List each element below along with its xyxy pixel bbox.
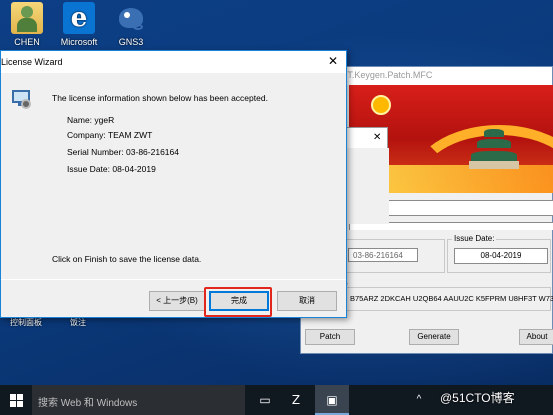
install-computer-icon [12, 90, 32, 110]
desktop-icon-chen[interactable]: CHEN [2, 2, 52, 47]
finish-message: Click on Finish to save the license data… [52, 254, 202, 264]
close-icon[interactable]: ✕ [328, 54, 338, 68]
desktop-label-control-panel: 控制面板 [10, 318, 42, 327]
patch-button[interactable]: Patch [305, 329, 355, 345]
about-button[interactable]: About [519, 329, 553, 345]
watermark: @51CTO博客 [440, 391, 515, 405]
edge-icon: e [63, 2, 95, 34]
close-icon[interactable]: ✕ [373, 132, 381, 143]
temple-of-heaven-icon [469, 129, 519, 169]
wizard-titlebar[interactable]: License Wizard ✕ [1, 51, 346, 73]
wizard-title: License Wizard [1, 57, 63, 67]
background-dialog-body [347, 148, 389, 224]
desktop-label-note: 饭注 [70, 318, 86, 327]
license-name: Name: ygeR [67, 115, 115, 125]
accepted-message: The license information shown below has … [52, 93, 268, 103]
keygen-group-license: B75ARZ 2DKCAH U2QB64 AAUU2C K5FPRM U8HF3… [343, 287, 553, 311]
banner-logo-icon [371, 95, 391, 115]
keygen-group-issue-date: Issue Date: 08-04-2019 [447, 234, 551, 273]
z-app-icon[interactable]: Z [287, 391, 305, 409]
start-button[interactable] [0, 385, 32, 415]
issue-date-label: Issue Date: [452, 234, 497, 243]
background-dialog: ✕ [346, 127, 389, 224]
gns3-chameleon-icon [115, 2, 147, 34]
license-wizard-window[interactable]: License Wizard ✕ The license information… [0, 50, 347, 318]
desktop-icon-label: CHEN [14, 37, 40, 47]
license-serial: Serial Number: 03-86-216164 [67, 147, 179, 157]
wizard-body: The license information shown below has … [1, 73, 346, 281]
desktop-icon-label: Microsoft [60, 37, 98, 47]
taskbar-active-app[interactable]: ▣ [315, 385, 349, 415]
desktop-icon-label: GNS3 [118, 37, 144, 47]
license-issue-date: Issue Date: 08-04-2019 [67, 164, 156, 174]
user-folder-icon [11, 2, 43, 34]
keygen-serial-field[interactable]: 03-86-216164 [348, 248, 418, 262]
keygen-issue-date-field[interactable]: 08-04-2019 [454, 248, 548, 264]
keygen-license-key[interactable]: B75ARZ 2DKCAH U2QB64 AAUU2C K5FPRM U8HF3… [350, 294, 553, 303]
task-view-icon[interactable]: ▭ [256, 391, 274, 409]
generate-button[interactable]: Generate [409, 329, 459, 345]
desktop-icon-microsoft-edge[interactable]: e Microsoft [54, 2, 104, 47]
search-placeholder: 搜索 Web 和 Windows [38, 398, 138, 409]
tray-chevron-up-icon[interactable]: ^ [410, 391, 428, 409]
wizard-separator [1, 279, 346, 280]
finish-highlight-box [204, 287, 272, 317]
keygen-group-serial: 03-86-216164 [343, 239, 445, 273]
license-company: Company: TEAM ZWT [67, 130, 153, 140]
windows-logo-icon [10, 394, 16, 400]
cancel-button[interactable]: 取消 [277, 291, 337, 311]
desktop-icon-gns3[interactable]: GNS3 [106, 2, 156, 47]
license-wizard-taskbar-icon: ▣ [326, 393, 338, 407]
back-button[interactable]: < 上一步(B) [149, 291, 205, 311]
taskbar-search-box[interactable]: 搜索 Web 和 Windows [32, 385, 245, 415]
